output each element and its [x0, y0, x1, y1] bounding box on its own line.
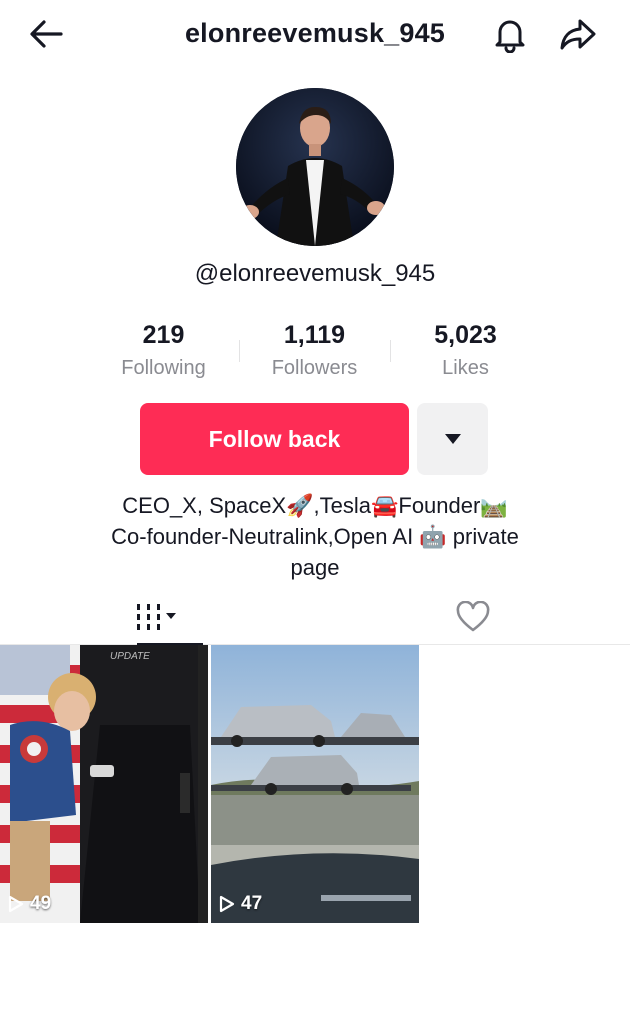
play-outline-icon — [8, 895, 24, 913]
tile-overlay-text: UPDATE — [110, 651, 150, 662]
content-tabs — [0, 588, 630, 646]
video-thumbnail — [211, 645, 419, 923]
profile-stats: 219 Following 1,119 Followers 5,023 Like… — [88, 318, 542, 388]
page-title: elonreevemusk_945 — [184, 18, 446, 48]
stat-value: 5,023 — [434, 321, 497, 349]
notifications-button[interactable] — [488, 14, 532, 54]
share-button[interactable] — [556, 14, 600, 54]
bio-line: CEO_X, SpaceX🚀,Tesla🚘Founder🛤️ — [122, 493, 508, 518]
stat-following[interactable]: 219 Following — [88, 318, 239, 388]
tab-videos[interactable] — [0, 588, 315, 646]
view-count: 47 — [219, 893, 262, 915]
video-thumbnail: UPDATE — [0, 645, 208, 923]
bio-line: Co-founder-Neutralink,Open AI 🤖 private — [111, 524, 519, 549]
view-count: 49 — [8, 893, 51, 915]
view-count-text: 47 — [241, 893, 263, 914]
stat-value: 219 — [142, 321, 185, 349]
avatar[interactable] — [236, 88, 394, 246]
video-tile[interactable]: UPDATE 49 — [0, 645, 208, 923]
bio-line: page — [290, 555, 340, 580]
stat-likes[interactable]: 5,023 Likes — [390, 318, 541, 388]
stat-value: 1,119 — [283, 321, 346, 349]
heart-outline-icon — [456, 600, 489, 631]
stat-label: Following — [121, 357, 206, 379]
bell-icon — [495, 20, 525, 53]
grid-icon — [136, 603, 176, 630]
share-arrow-icon — [560, 19, 596, 50]
profile-bio: CEO_X, SpaceX🚀,Tesla🚘Founder🛤️ Co-founde… — [70, 490, 560, 583]
view-count-text: 49 — [30, 893, 52, 914]
more-options-button[interactable] — [417, 403, 488, 475]
top-bar: elonreevemusk_945 — [0, 0, 630, 70]
stat-followers[interactable]: 1,119 Followers — [239, 318, 390, 388]
profile-handle: @elonreevemusk_945 — [194, 260, 436, 287]
caret-down-icon — [444, 434, 461, 444]
stat-label: Followers — [271, 357, 358, 379]
avatar-photo — [236, 88, 394, 246]
play-outline-icon — [219, 895, 235, 913]
stat-label: Likes — [442, 357, 489, 379]
video-tile[interactable]: 47 — [211, 645, 419, 923]
tab-liked[interactable] — [315, 588, 630, 645]
video-grid: UPDATE 49 47 — [0, 645, 630, 923]
follow-back-button[interactable]: Follow back — [140, 403, 409, 475]
